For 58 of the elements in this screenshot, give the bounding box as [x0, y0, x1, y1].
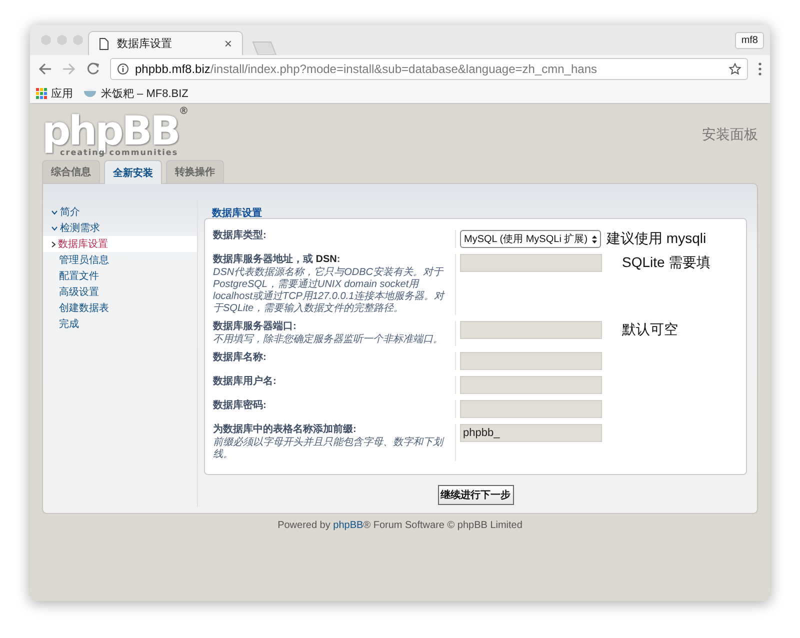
panel-title: 安装面板 [702, 126, 758, 144]
input-field[interactable] [460, 321, 602, 339]
select-field[interactable]: MySQL (使用 MySQLi 扩展) [460, 230, 601, 248]
bookmark[interactable]: 米饭粑 – MF8.BIZ [83, 86, 188, 100]
close-tab-button[interactable]: × [224, 36, 232, 51]
tab[interactable]: 转换操作 [166, 160, 224, 183]
nav-item[interactable]: 创建数据表 [43, 300, 197, 316]
menu-icon[interactable] [758, 62, 762, 76]
bookmark[interactable]: 应用 [36, 86, 73, 100]
annotation-note: 建议使用 mysqli [606, 230, 706, 246]
nav-item[interactable]: 配置文件 [43, 268, 197, 284]
field-label: 数据库密码: [213, 400, 268, 412]
address-bar[interactable]: phpbb.mf8.biz/install/index.php?mode=install&sub=database&language=zh_cmn_hans [110, 58, 748, 80]
profile-button[interactable]: mf8 [735, 32, 764, 48]
field-label: 数据库用户名: [213, 376, 278, 388]
bowl-icon [83, 88, 97, 98]
info-icon [117, 63, 129, 75]
input-field[interactable] [460, 352, 602, 370]
chevron-down-icon [51, 210, 58, 214]
field-hint: 不用填写，除非您确定服务器监听一个非标准端口。 [213, 334, 444, 346]
star-icon[interactable] [729, 63, 741, 75]
field-label: 为数据库中的表格名称添加前缀: [213, 424, 358, 436]
field-label: 数据库类型: [213, 230, 268, 242]
field-label: 数据库服务器端口: [213, 321, 298, 333]
nav-item[interactable]: 数据库设置 [43, 236, 197, 252]
annotation-note: SQLite 需要填 [622, 254, 711, 270]
forward-icon[interactable] [62, 62, 76, 76]
window-controls-drawing[interactable] [40, 34, 84, 46]
tab[interactable]: 全新安装 [104, 160, 162, 184]
field-hint: 前缀必须以字母开头并且只能包含字母、数字和下划线。 [213, 437, 446, 461]
updown-caret-icon [592, 234, 597, 244]
field-label: 数据库名称: [213, 352, 268, 364]
footer-credit: Powered by phpBB® Forum Software © phpBB Limited [276, 519, 524, 533]
reload-icon[interactable] [86, 62, 100, 76]
nav-item[interactable]: 高级设置 [43, 284, 197, 300]
tab-title: 数据库设置 [117, 36, 173, 51]
nav-item[interactable]: 简介 [43, 204, 197, 220]
section-legend: 数据库设置 [212, 206, 262, 220]
back-icon[interactable] [38, 62, 52, 76]
chevron-right-icon [51, 240, 56, 248]
input-field[interactable]: phpbb_ [460, 424, 602, 442]
nav-item[interactable]: 管理员信息 [43, 252, 197, 268]
field-hint: DSN代表数据源名称，它只与ODBC安装有关。对于PostgreSQL，需要通过UNIX domain socket用localhost或通过TCP用127.0.0.1连接本地服务器。对于SQLite，需要输入数据文件的完整路径。 [213, 267, 446, 315]
nav-item[interactable]: 检测需求 [43, 220, 197, 236]
url-text: phpbb.mf8.biz/install/index.php?mode=install&sub=database&language=zh_cmn_hans [135, 62, 598, 76]
annotation-note: 默认可空 [622, 321, 678, 337]
tab[interactable]: 综合信息 [42, 160, 100, 183]
continue-button[interactable]: 继续进行下一步 [438, 485, 514, 505]
chevron-down-icon [51, 226, 58, 230]
phpbb-link[interactable]: phpBB [333, 520, 364, 531]
apps-grid-icon [36, 88, 47, 98]
input-field[interactable] [460, 376, 602, 394]
input-field[interactable] [460, 254, 602, 272]
nav-item[interactable]: 完成 [43, 316, 197, 332]
password-field[interactable] [460, 400, 602, 418]
field-label: 数据库服务器地址，或 DSN: [213, 254, 342, 266]
browser-tab[interactable]: 数据库设置 × [88, 31, 243, 55]
document-icon [99, 38, 109, 50]
